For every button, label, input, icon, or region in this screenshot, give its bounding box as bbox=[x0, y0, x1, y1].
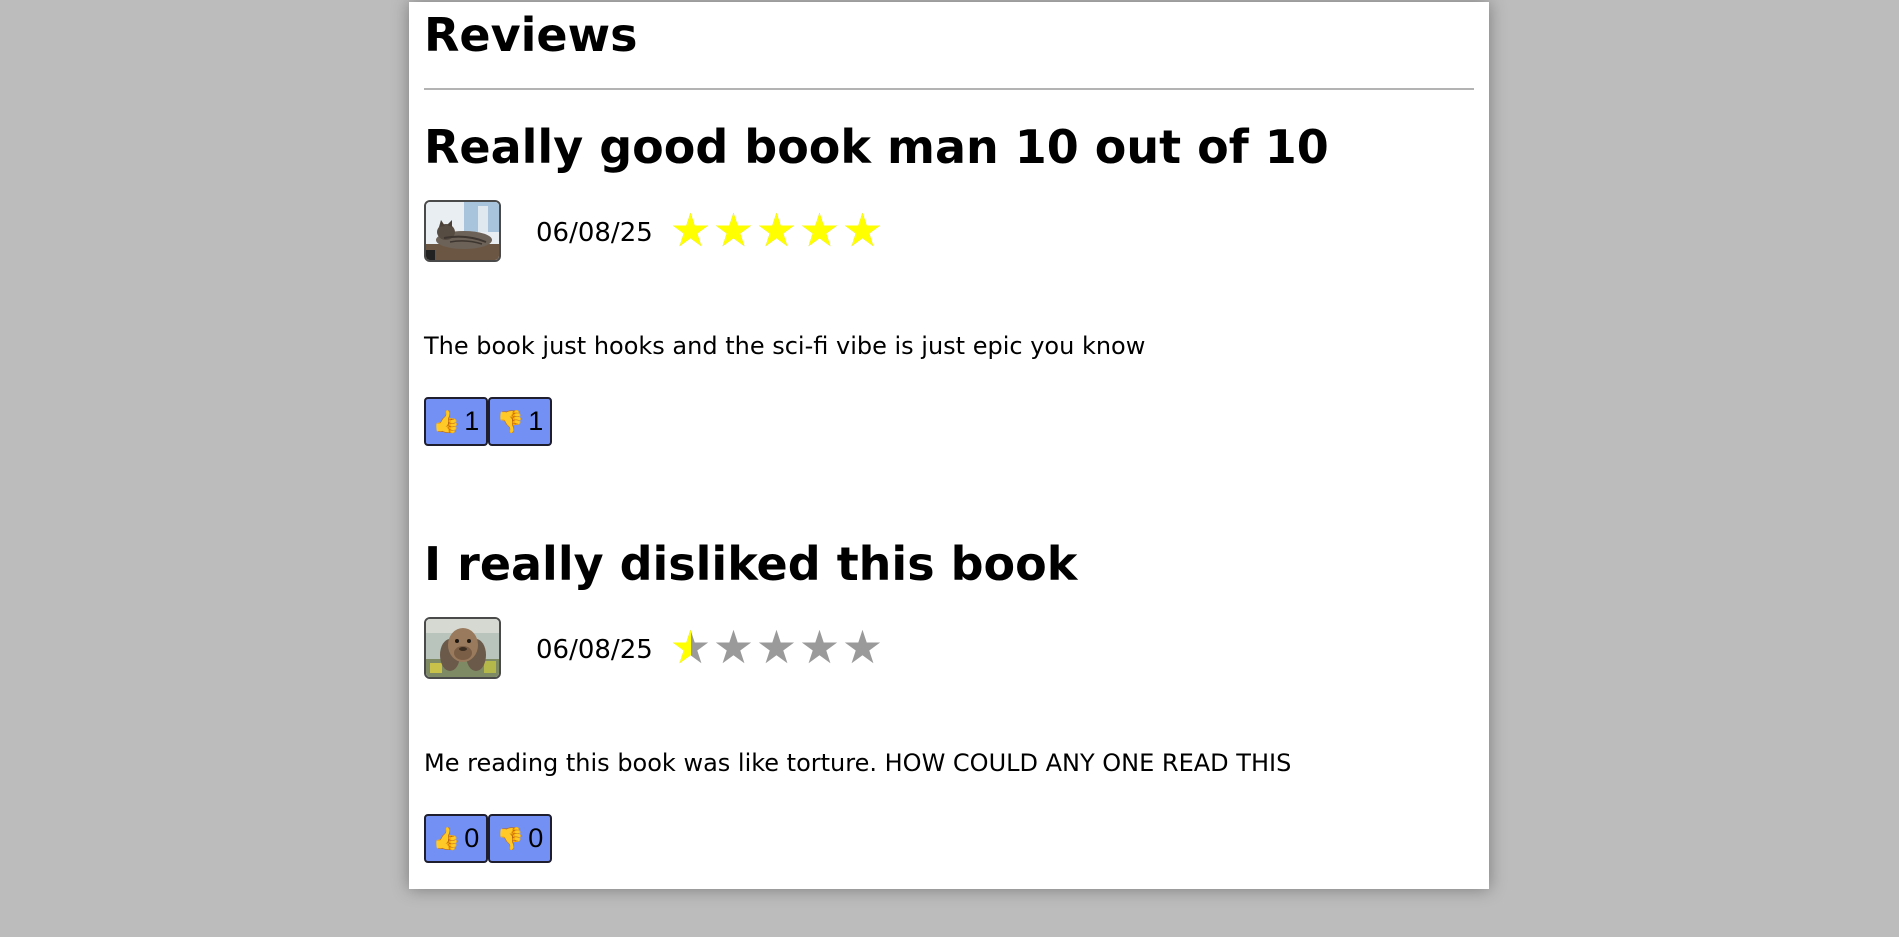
reviews-panel: Reviews Really good book man 10 out of 1… bbox=[409, 2, 1489, 889]
vote-buttons: 👍 0 👎 0 bbox=[424, 814, 552, 863]
like-button[interactable]: 👍 1 bbox=[424, 397, 488, 446]
dislike-count: 0 bbox=[528, 823, 544, 853]
thumbs-down-icon: 👎 bbox=[496, 825, 525, 851]
star-icon[interactable]: ★★ bbox=[712, 623, 755, 671]
star-icon[interactable]: ★★ bbox=[712, 206, 755, 254]
dislike-button[interactable]: 👎 0 bbox=[488, 814, 552, 863]
star-icon[interactable]: ★★ bbox=[669, 206, 712, 254]
review-title: Really good book man 10 out of 10 bbox=[424, 120, 1329, 174]
star-icon[interactable]: ★★ bbox=[798, 206, 841, 254]
star-icon[interactable]: ★★ bbox=[841, 206, 884, 254]
star-icon[interactable]: ★★ bbox=[798, 623, 841, 671]
review-card: I really disliked this book 06/08/25 ★ ★ … bbox=[424, 537, 1474, 937]
review-text: The book just hooks and the sci-fi vibe … bbox=[424, 332, 1146, 360]
star-icon[interactable]: ★★ bbox=[755, 623, 798, 671]
review-card: Really good book man 10 out of 10 06/08/… bbox=[424, 120, 1474, 520]
thumbs-down-icon: 👎 bbox=[496, 408, 525, 434]
avatar[interactable] bbox=[424, 200, 501, 262]
dislike-count: 1 bbox=[528, 406, 544, 436]
divider bbox=[424, 88, 1474, 90]
capybara-photo-icon bbox=[426, 619, 499, 677]
star-rating[interactable]: ★★ ★★ ★★ ★★ ★★ bbox=[669, 206, 884, 254]
avatar[interactable] bbox=[424, 617, 501, 679]
thumbs-up-icon: 👍 bbox=[432, 825, 461, 851]
star-icon[interactable]: ★★ bbox=[841, 623, 884, 671]
star-icon[interactable]: ★★ bbox=[669, 623, 712, 671]
cat-photo-icon bbox=[426, 202, 499, 260]
like-button[interactable]: 👍 0 bbox=[424, 814, 488, 863]
star-rating[interactable]: ★★ ★★ ★★ ★★ ★★ bbox=[669, 623, 884, 671]
thumbs-up-icon: 👍 bbox=[432, 408, 461, 434]
star-icon[interactable]: ★★ bbox=[755, 206, 798, 254]
review-text: Me reading this book was like torture. H… bbox=[424, 749, 1292, 777]
vote-buttons: 👍 1 👎 1 bbox=[424, 397, 552, 446]
review-date: 06/08/25 bbox=[536, 635, 653, 665]
review-title: I really disliked this book bbox=[424, 537, 1078, 591]
review-date: 06/08/25 bbox=[536, 218, 653, 248]
like-count: 0 bbox=[464, 823, 480, 853]
like-count: 1 bbox=[464, 406, 480, 436]
page-title: Reviews bbox=[424, 8, 638, 62]
dislike-button[interactable]: 👎 1 bbox=[488, 397, 552, 446]
